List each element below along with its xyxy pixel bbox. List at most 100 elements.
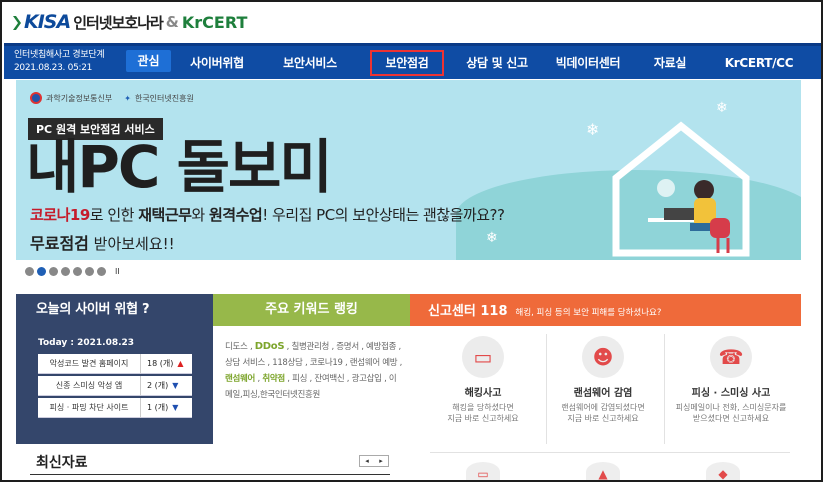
alert-level-badge[interactable]: 관심	[126, 50, 171, 72]
arrow-down-icon: ▼	[172, 403, 179, 412]
keyword-text[interactable]: 디도스 ,	[225, 342, 255, 352]
site-logo[interactable]: KISA 인터넷보호나라 & KrCERT	[12, 10, 247, 34]
banner-line1: 코로나19로 인한 재택근무와 원격수업! 우리집 PC의 보안상태는 괜찮을까…	[30, 204, 505, 225]
text-receive: 받아보세요!!	[88, 235, 175, 253]
main-banner[interactable]: 과학기술정보통신부 ✦ 한국인터넷진흥원 PC 원격 보안점검 서비스 내PC …	[16, 80, 801, 260]
browser-frame: KISA 인터넷보호나라 & KrCERT 인터넷침해사고 경보단계 2021.…	[0, 0, 823, 482]
text-due: 로 인한	[89, 206, 139, 224]
shield-icon[interactable]: ◆	[706, 462, 740, 480]
prev-icon[interactable]: ◂	[365, 456, 369, 466]
alert-time: 2021.08.23. 05:21	[14, 63, 93, 73]
divider	[430, 452, 790, 453]
keyword-title: 주요 키워드 랭킹	[213, 294, 410, 326]
card-desc: 지금 바로 신고하세요	[447, 414, 519, 423]
nav-bigdata-center[interactable]: 빅데이터센터	[544, 50, 632, 76]
text-question: ! 우리집 PC의 보안상태는 괜찮을까요??	[262, 206, 505, 224]
logo-amp: &	[165, 13, 179, 31]
recent-title: 최신자료	[36, 455, 88, 471]
threat-row-value: 18 (개) ▲	[140, 354, 192, 374]
report-center-panel: 신고센터 118 해킹, 피싱 등의 보안 피해를 당하셨나요? ▭ 해킹사고 해…	[410, 294, 801, 480]
pause-icon[interactable]: II	[115, 267, 120, 276]
report-header: 신고센터 118 해킹, 피싱 등의 보안 피해를 당하셨나요?	[410, 294, 801, 326]
monitor-alert-icon: ▭	[462, 336, 504, 378]
house-illustration-icon	[612, 121, 750, 257]
report-card-phishing[interactable]: ☎ 피싱 · 스미싱 사고 피싱메일이나 전화, 스미싱문자를 받으셨다면 신고…	[668, 336, 794, 424]
report-title: 신고센터 118	[428, 304, 508, 319]
nav-krcert[interactable]: KrCERT/CC	[716, 50, 802, 76]
card-name: 랜섬웨어 감염	[573, 388, 633, 399]
snowflake-icon: ❄	[486, 230, 498, 246]
banner-line2: 무료점검 받아보세요!!	[30, 230, 175, 254]
next-icon[interactable]: ▸	[379, 456, 383, 466]
nav-security-service[interactable]: 보안서비스	[266, 50, 354, 76]
threat-row-label: 신종 스미싱 악성 앱	[38, 376, 140, 396]
keyword-highlight[interactable]: DDoS	[255, 341, 285, 352]
cyber-threat-panel: 오늘의 사이버 위협 ? Today : 2021.08.23 악성코드 발견 …	[16, 294, 213, 444]
pager-dot[interactable]	[97, 266, 106, 276]
divider	[664, 334, 665, 444]
banner-pager[interactable]: II	[22, 264, 132, 278]
text-remote-work: 재택근무	[138, 206, 192, 224]
gov-emblem-icon	[30, 92, 42, 104]
pager-dot-active[interactable]	[37, 266, 46, 276]
report-subtitle: 해킹, 피싱 등의 보안 피해를 당하셨나요?	[515, 308, 662, 318]
gov-logos: 과학기술정보통신부 ✦ 한국인터넷진흥원	[30, 92, 194, 104]
arrow-down-icon: ▼	[172, 381, 179, 390]
logo-krcert: KrCERT	[181, 12, 248, 32]
devil-icon: ☻	[582, 336, 624, 378]
report-card-hacking[interactable]: ▭ 해킹사고 해킹을 당하셨다면 지금 바로 신고하세요	[428, 336, 538, 424]
threat-row-value: 2 (개) ▼	[140, 376, 192, 396]
arrow-up-icon: ▲	[177, 359, 184, 368]
kisa-text: KISA	[24, 11, 71, 33]
logo-korean: 인터넷보호나라	[73, 13, 164, 32]
text-covid: 코로나19	[30, 206, 90, 224]
nav-consult-report[interactable]: 상담 및 신고	[452, 50, 542, 76]
keyword-list[interactable]: 디도스 , DDoS , 칠병관리청 , 증명서 , 예방접종 , 상담 서비스…	[225, 339, 403, 403]
threat-row-label: 악성코드 발견 홈페이지	[38, 354, 140, 374]
snowflake-icon: ❄	[716, 100, 728, 116]
divider	[546, 334, 547, 444]
threat-title[interactable]: 오늘의 사이버 위협 ?	[16, 294, 213, 326]
keyword-ranking-panel: 주요 키워드 랭킹 디도스 , DDoS , 칠병관리청 , 증명서 , 예방접…	[213, 294, 410, 444]
pager-dot[interactable]	[25, 266, 34, 276]
gov-ministry: 과학기술정보통신부	[46, 93, 113, 103]
recent-pager[interactable]: ◂ ▸	[359, 455, 389, 467]
threat-date: Today : 2021.08.23	[38, 338, 135, 348]
alert-status: 인터넷침해사고 경보단계 2021.08.23. 05:21	[14, 49, 105, 75]
threat-row[interactable]: 신종 스미싱 악성 앱 2 (개) ▼	[38, 376, 203, 396]
card-desc: 해킹을 당하셨다면	[452, 403, 514, 412]
card-name: 피싱 · 스미싱 사고	[691, 388, 771, 399]
threat-count: 1 (개)	[147, 403, 169, 412]
pager-dot[interactable]	[61, 266, 70, 276]
text-and: 와	[191, 206, 209, 224]
report-card-ransomware[interactable]: ☻ 랜섬웨어 감염 랜섬웨어에 감염되셨다면 지금 바로 신고하세요	[548, 336, 658, 424]
pager-dot[interactable]	[49, 266, 58, 276]
recent-underline	[30, 474, 390, 475]
report-icon-partial[interactable]: ▭	[466, 462, 500, 480]
kisa-logo: KISA	[12, 11, 71, 33]
nav-security-check[interactable]: 보안점검	[370, 50, 444, 76]
keyword-highlight[interactable]: 랜섬웨어	[225, 374, 255, 384]
threat-row[interactable]: 악성코드 발견 홈페이지 18 (개) ▲	[38, 354, 203, 374]
warning-icon[interactable]: ▲	[586, 462, 620, 480]
card-desc: 피싱메일이나 전화, 스미싱문자를	[675, 403, 787, 412]
gov-kisa: 한국인터넷진흥원	[134, 93, 194, 103]
card-desc: 받으셨다면 신고하세요	[692, 414, 770, 423]
threat-row-value: 1 (개) ▼	[140, 398, 192, 418]
text-remote-class: 원격수업	[209, 206, 263, 224]
pager-dot[interactable]	[85, 266, 94, 276]
main-nav: 인터넷침해사고 경보단계 2021.08.23. 05:21 관심 사이버위협 …	[4, 43, 821, 79]
card-name: 해킹사고	[464, 388, 502, 399]
kisa-mark-icon: ✦	[124, 93, 131, 103]
threat-count: 2 (개)	[147, 381, 169, 390]
keyword-highlight[interactable]: 취약점	[262, 374, 285, 384]
text-free-check: 무료점검	[30, 234, 89, 253]
nav-cyber-threat[interactable]: 사이버위협	[176, 50, 258, 76]
phone-alert-icon: ☎	[710, 336, 752, 378]
banner-title: 내PC 돌보미	[26, 133, 333, 201]
threat-row[interactable]: 피싱 · 파밍 차단 사이트 1 (개) ▼	[38, 398, 203, 418]
nav-library[interactable]: 자료실	[640, 50, 700, 76]
card-desc: 랜섬웨어에 감염되셨다면	[561, 403, 645, 412]
pager-dot[interactable]	[73, 266, 82, 276]
threat-count: 18 (개)	[147, 359, 174, 368]
